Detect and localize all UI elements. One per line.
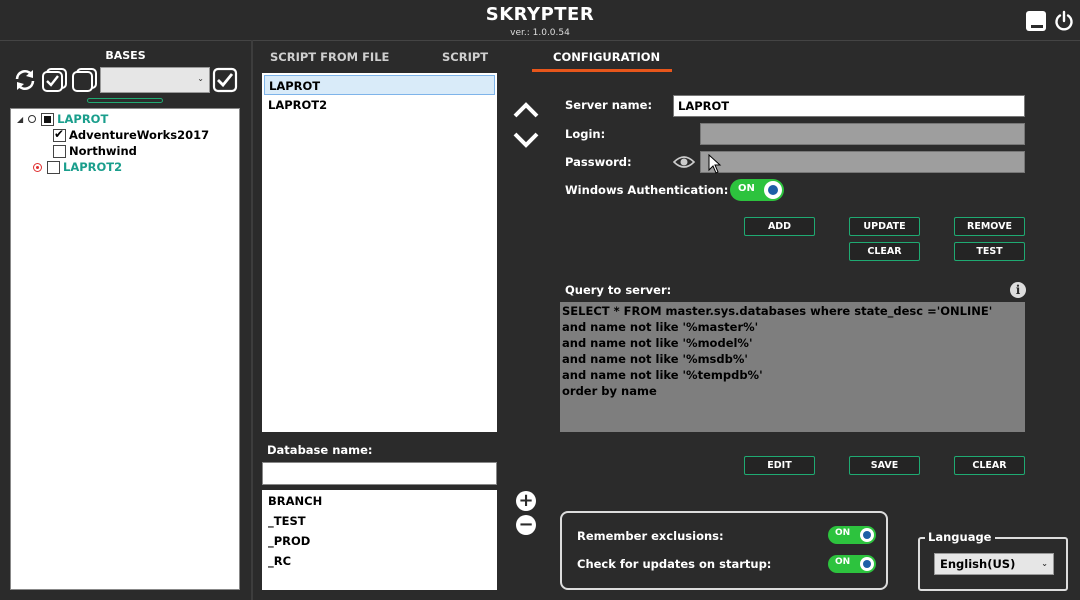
mouse-cursor-icon: [708, 153, 722, 178]
toggle-state: ON: [835, 557, 851, 567]
database-name-input[interactable]: [262, 462, 497, 485]
tree-checkbox[interactable]: [53, 127, 66, 142]
check-updates-toggle[interactable]: ON: [828, 555, 876, 573]
plus-icon: +: [518, 490, 534, 511]
query-label: Query to server:: [565, 283, 672, 297]
tree-node-database[interactable]: Northwind: [53, 143, 137, 159]
minimize-button[interactable]: [1025, 10, 1047, 32]
chevron-down-icon: ⌄: [1041, 559, 1048, 568]
query-line: and name not like '%tempdb%': [562, 368, 763, 382]
app-title: SKRYPTER: [485, 4, 595, 25]
remove-button[interactable]: REMOVE: [954, 217, 1025, 236]
header-divider: [0, 40, 1080, 41]
database-name-label: Database name:: [267, 443, 373, 457]
active-tab-indicator: [532, 69, 672, 72]
server-name-input[interactable]: LAPROT: [673, 95, 1025, 117]
minus-icon: −: [518, 514, 534, 535]
uncheck-all-icon: [72, 68, 97, 92]
bases-title: BASES: [105, 49, 146, 62]
test-button[interactable]: TEST: [954, 242, 1025, 261]
collapse-arrow-icon[interactable]: ◢: [17, 115, 23, 124]
tab-script-from-file[interactable]: SCRIPT FROM FILE: [270, 50, 389, 64]
clear-button[interactable]: CLEAR: [849, 242, 920, 261]
database-exclusion-list[interactable]: BRANCH _TEST _PROD _RC: [262, 490, 497, 590]
bases-tree[interactable]: ◢ LAPROT AdventureWorks2017 Northwind LA…: [10, 108, 240, 590]
tab-configuration[interactable]: CONFIGURATION: [553, 50, 660, 64]
list-item[interactable]: _TEST: [268, 514, 306, 528]
refresh-icon: [15, 70, 35, 90]
check-all-icon: [42, 68, 67, 92]
edit-query-button[interactable]: EDIT: [744, 456, 815, 475]
info-icon[interactable]: i: [1010, 282, 1026, 298]
tree-checkbox[interactable]: [47, 160, 60, 174]
check-all-button[interactable]: [42, 67, 68, 93]
minimize-icon: [1026, 11, 1046, 31]
remove-database-button[interactable]: −: [516, 515, 536, 535]
language-select[interactable]: English(US) ⌄: [934, 553, 1054, 575]
tree-node-label: AdventureWorks2017: [69, 128, 210, 142]
remember-exclusions-toggle[interactable]: ON: [828, 526, 876, 544]
tree-node-label: Northwind: [69, 144, 137, 158]
refresh-button[interactable]: [12, 67, 38, 93]
check-updates-label: Check for updates on startup:: [577, 557, 772, 571]
clear-query-button[interactable]: CLEAR: [954, 456, 1025, 475]
progress-indicator: [87, 98, 163, 103]
tree-node-server[interactable]: LAPROT2: [33, 159, 122, 175]
query-line: SELECT * FROM master.sys.databases where…: [562, 304, 993, 318]
checkbox-checked-icon: [212, 67, 238, 93]
tree-node-database[interactable]: AdventureWorks2017: [53, 127, 209, 143]
settings-panel: [560, 511, 888, 590]
language-value: English(US): [940, 557, 1016, 571]
list-item[interactable]: BRANCH: [268, 494, 322, 508]
tab-script[interactable]: SCRIPT: [442, 50, 488, 64]
save-query-button[interactable]: SAVE: [849, 456, 920, 475]
query-line: order by name: [562, 384, 657, 398]
server-name-label: Server name:: [565, 98, 653, 112]
tree-node-server[interactable]: ◢ LAPROT: [17, 111, 108, 127]
toggle-state: ON: [738, 183, 755, 194]
update-button[interactable]: UPDATE: [849, 217, 920, 236]
query-line: and name not like '%msdb%': [562, 352, 748, 366]
move-up-button[interactable]: [512, 100, 540, 124]
query-line: and name not like '%model%': [562, 336, 753, 350]
windows-auth-toggle[interactable]: ON: [730, 179, 784, 201]
password-input[interactable]: [700, 151, 1025, 173]
status-error-icon: [33, 162, 42, 172]
add-button[interactable]: ADD: [744, 217, 815, 236]
server-list[interactable]: LAPROT LAPROT2: [262, 73, 497, 432]
tree-node-label: LAPROT: [57, 112, 109, 126]
status-circle-icon: [28, 115, 37, 123]
move-down-button[interactable]: [512, 130, 540, 154]
show-password-button[interactable]: [672, 154, 696, 174]
power-icon: [1055, 10, 1073, 31]
eye-icon: [672, 156, 696, 168]
tree-checkbox[interactable]: [53, 144, 66, 158]
power-button[interactable]: [1053, 10, 1075, 32]
sidebar-divider: [251, 40, 253, 600]
windows-auth-label: Windows Authentication:: [565, 183, 729, 197]
chevron-down-icon: ⌄: [197, 74, 204, 83]
remember-exclusions-label: Remember exclusions:: [577, 529, 724, 543]
tree-checkbox[interactable]: [41, 112, 55, 126]
app-version: ver.: 1.0.0.54: [510, 28, 570, 38]
bases-dropdown-value: [101, 73, 105, 86]
login-input[interactable]: [700, 123, 1025, 145]
chevron-up-icon: [513, 102, 539, 118]
list-item[interactable]: LAPROT: [264, 75, 495, 95]
password-label: Password:: [565, 155, 632, 169]
login-label: Login:: [565, 127, 606, 141]
list-item[interactable]: _PROD: [268, 534, 310, 548]
apply-button[interactable]: [212, 67, 238, 93]
bases-dropdown[interactable]: ⌄: [100, 67, 210, 93]
list-item[interactable]: LAPROT2: [264, 95, 495, 115]
chevron-down-icon: [513, 132, 539, 148]
query-textarea[interactable]: SELECT * FROM master.sys.databases where…: [560, 302, 1025, 432]
add-database-button[interactable]: +: [516, 491, 536, 511]
language-title: Language: [925, 530, 995, 544]
list-item[interactable]: _RC: [268, 554, 291, 568]
tree-node-label: LAPROT2: [63, 160, 123, 174]
query-line: and name not like '%master%': [562, 320, 759, 334]
uncheck-all-button[interactable]: [72, 67, 98, 93]
toggle-state: ON: [835, 528, 851, 538]
